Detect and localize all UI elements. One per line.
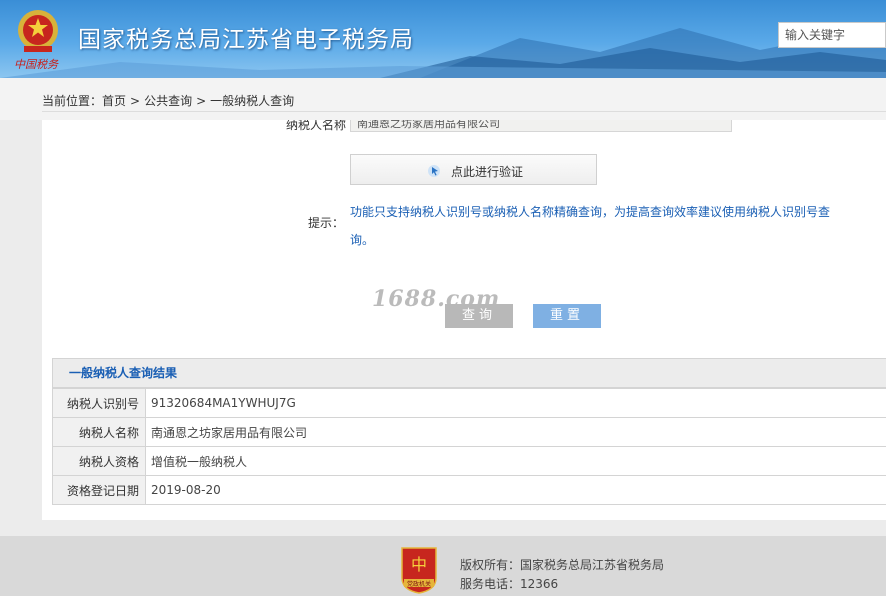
breadcrumb-separator: > — [196, 94, 207, 108]
breadcrumb-public-query[interactable]: 公共查询 — [144, 94, 192, 108]
breadcrumb-divider — [42, 111, 886, 112]
tax-emblem-icon — [18, 10, 58, 52]
row-key: 纳税人名称 — [52, 417, 146, 447]
badge-text: 党政机关 — [407, 580, 431, 588]
tip-label: 提示： — [308, 216, 345, 230]
cursor-pointer-icon — [428, 165, 440, 177]
row-value: 增值税一般纳税人 — [145, 446, 886, 476]
row-value: 91320684MA1YWHUJ7G — [145, 388, 886, 418]
row-value: 南通恩之坊家居用品有限公司 — [145, 417, 886, 447]
breadcrumb-current: 一般纳税人查询 — [210, 94, 295, 108]
table-row: 纳税人识别号 91320684MA1YWHUJ7G — [52, 388, 886, 418]
row-key: 纳税人识别号 — [52, 388, 146, 418]
breadcrumb-bar: 当前位置：首页 > 公共查询 > 一般纳税人查询 — [0, 78, 886, 120]
site-title: 国家税务总局江苏省电子税务局 — [78, 27, 414, 53]
verify-button[interactable]: 点此进行验证 — [350, 154, 597, 185]
name-label: 纳税人名称 — [286, 120, 347, 132]
verify-label: 点此进行验证 — [451, 165, 524, 179]
footer-info: 版权所有：国家税务总局江苏省税务局 服务电话：12366 — [460, 556, 664, 594]
query-panel: 纳税人名称 南通恩之坊家居用品有限公司 点此进行验证 提示： 功能只支持纳税人识… — [42, 120, 886, 520]
table-row: 纳税人名称 南通恩之坊家居用品有限公司 — [52, 417, 886, 447]
name-field[interactable]: 南通恩之坊家居用品有限公司 — [350, 120, 732, 132]
table-row: 资格登记日期 2019-08-20 — [52, 475, 886, 505]
results-title: 一般纳税人查询结果 — [52, 358, 886, 388]
table-row: 纳税人资格 增值税一般纳税人 — [52, 446, 886, 476]
search-box[interactable] — [778, 22, 886, 48]
search-input[interactable] — [779, 23, 886, 47]
breadcrumb: 当前位置：首页 > 公共查询 > 一般纳税人查询 — [42, 92, 294, 109]
breadcrumb-separator: > — [130, 94, 141, 108]
brand-script: 中国税务 — [14, 58, 58, 71]
government-badge-icon[interactable]: 中 党政机关 — [400, 546, 438, 594]
service-phone: 服务电话：12366 — [460, 577, 559, 591]
tip-text: 功能只支持纳税人识别号或纳税人名称精确查询，为提高查询效率建议使用纳税人识别号查… — [350, 205, 831, 247]
reset-button[interactable]: 重置 — [533, 304, 601, 328]
row-key: 纳税人资格 — [52, 446, 146, 476]
query-button[interactable]: 查询 — [445, 304, 513, 328]
name-row: 纳税人名称 南通恩之坊家居用品有限公司 — [42, 120, 886, 134]
breadcrumb-home[interactable]: 首页 — [102, 94, 126, 108]
site-footer: 中 党政机关 版权所有：国家税务总局江苏省税务局 服务电话：12366 — [0, 536, 886, 596]
breadcrumb-prefix: 当前位置： — [42, 94, 103, 108]
row-key: 资格登记日期 — [52, 475, 146, 505]
results-section: 一般纳税人查询结果 纳税人识别号 91320684MA1YWHUJ7G 纳税人名… — [52, 358, 886, 505]
site-header: 中国税务 国家税务总局江苏省电子税务局 — [0, 0, 886, 78]
results-table: 纳税人识别号 91320684MA1YWHUJ7G 纳税人名称 南通恩之坊家居用… — [52, 388, 886, 505]
svg-text:中: 中 — [411, 555, 427, 574]
copyright-text: 版权所有：国家税务总局江苏省税务局 — [460, 558, 665, 572]
row-value: 2019-08-20 — [145, 475, 886, 505]
